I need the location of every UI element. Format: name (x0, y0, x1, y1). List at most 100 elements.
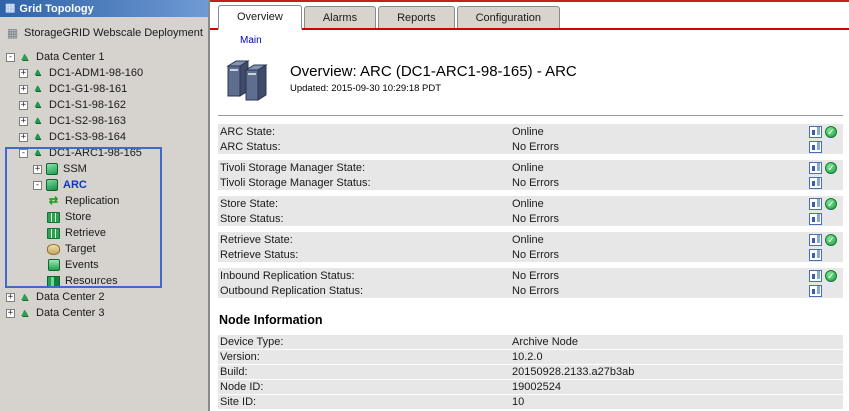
collapse-icon[interactable]: - (19, 149, 28, 158)
status-ok-icon (825, 198, 837, 210)
sidebar-title: Grid Topology (19, 3, 93, 15)
attribute-value: No Errors (512, 249, 809, 261)
tree-item-events[interactable]: Events (0, 257, 208, 273)
archive-node-icon (222, 56, 276, 105)
attribute-label: Retrieve State: (220, 234, 512, 246)
node-icon (31, 83, 44, 96)
tree-item-label: Data Center 3 (34, 307, 106, 319)
deployment-icon (6, 27, 19, 40)
status-group-replication: Inbound Replication Status: No Errors Ou… (218, 268, 843, 298)
replication-icon (47, 195, 60, 208)
info-row-build: Build: 20150928.2133.a27b3ab (218, 365, 843, 379)
status-row: ARC Status: No Errors (218, 139, 843, 154)
attribute-label: ARC Status: (220, 141, 512, 153)
ssm-icon (45, 163, 58, 176)
expand-icon[interactable]: + (19, 85, 28, 94)
expand-icon[interactable]: + (33, 165, 42, 174)
node-icon (31, 67, 44, 80)
attribute-label: Outbound Replication Status: (220, 285, 512, 297)
node-icon (31, 99, 44, 112)
row-icons (809, 249, 840, 261)
attribute-value: No Errors (512, 141, 809, 153)
tree-item-arc[interactable]: - ARC (0, 177, 208, 193)
report-chart-icon[interactable] (809, 285, 822, 297)
attribute-label: Build: (220, 366, 512, 378)
status-ok-icon (825, 126, 837, 138)
tree-item-dc1-g1-98-161[interactable]: + DC1-G1-98-161 (0, 81, 208, 97)
tree-item-label: Data Center 2 (34, 291, 106, 303)
tree-item-dc1-arc1-98-165[interactable]: - DC1-ARC1-98-165 (0, 145, 208, 161)
info-row-node-id: Node ID: 19002524 (218, 380, 843, 394)
row-icons (809, 213, 840, 225)
expand-icon[interactable]: + (19, 69, 28, 78)
data-center-icon (18, 291, 31, 304)
expand-icon[interactable]: + (19, 133, 28, 142)
report-chart-icon[interactable] (809, 162, 822, 174)
arc-icon (45, 179, 58, 192)
grid-topology-icon: ▦ (5, 3, 15, 14)
tree-item-label: DC1-S2-98-163 (47, 115, 128, 127)
tree-item-data-center-3[interactable]: + Data Center 3 (0, 305, 208, 321)
tree-item-dc1-s2-98-163[interactable]: + DC1-S2-98-163 (0, 113, 208, 129)
status-row: Tivoli Storage Manager Status: No Errors (218, 175, 843, 190)
report-chart-icon[interactable] (809, 198, 822, 210)
breadcrumb: Main (210, 30, 849, 50)
info-row-site-id: Site ID: 10 (218, 395, 843, 409)
tree-item-deployment[interactable]: StorageGRID Webscale Deployment (0, 25, 208, 41)
tab-reports[interactable]: Reports (378, 6, 455, 28)
expand-icon[interactable]: + (19, 101, 28, 110)
attribute-label: Tivoli Storage Manager Status: (220, 177, 512, 189)
updated-timestamp: Updated: 2015-09-30 10:29:18 PDT (290, 83, 577, 94)
report-chart-icon[interactable] (809, 249, 822, 261)
tab-bar: Overview Alarms Reports Configuration (210, 2, 849, 30)
tree-item-dc1-s1-98-162[interactable]: + DC1-S1-98-162 (0, 97, 208, 113)
page-header-text: Overview: ARC (DC1-ARC1-98-165) - ARC Up… (290, 56, 577, 94)
tree-item-dc1-s3-98-164[interactable]: + DC1-S3-98-164 (0, 129, 208, 145)
status-row: Tivoli Storage Manager State: Online (218, 160, 843, 175)
breadcrumb-main-link[interactable]: Main (240, 35, 262, 46)
report-chart-icon[interactable] (809, 126, 822, 138)
row-icons (809, 198, 840, 210)
tree-item-label: ARC (61, 179, 89, 191)
expand-icon[interactable]: + (19, 117, 28, 126)
tree-item-replication[interactable]: Replication (0, 193, 208, 209)
tab-configuration[interactable]: Configuration (457, 6, 560, 28)
collapse-icon[interactable]: - (33, 181, 42, 190)
tree-item-retrieve[interactable]: Retrieve (0, 225, 208, 241)
attribute-value: Archive Node (512, 336, 840, 348)
row-icons (809, 162, 840, 174)
report-chart-icon[interactable] (809, 177, 822, 189)
tree-item-target[interactable]: Target (0, 241, 208, 257)
collapse-icon[interactable]: - (6, 53, 15, 62)
tree-item-label: DC1-ARC1-98-165 (47, 147, 144, 159)
tree-item-data-center-2[interactable]: + Data Center 2 (0, 289, 208, 305)
node-icon (31, 147, 44, 160)
report-chart-icon[interactable] (809, 270, 822, 282)
tree-item-resources[interactable]: Resources (0, 273, 208, 289)
status-group-arc: ARC State: Online ARC Status: No Errors (218, 124, 843, 154)
tree-item-ssm[interactable]: + SSM (0, 161, 208, 177)
tab-alarms[interactable]: Alarms (304, 6, 376, 28)
tree-item-label: Resources (63, 275, 120, 287)
store-icon (47, 211, 60, 224)
tree-item-label: Store (63, 211, 93, 223)
tree-item-label: SSM (61, 163, 89, 175)
expand-icon[interactable]: + (6, 309, 15, 318)
report-chart-icon[interactable] (809, 234, 822, 246)
tab-overview[interactable]: Overview (218, 5, 302, 30)
report-chart-icon[interactable] (809, 141, 822, 153)
expand-icon[interactable]: + (6, 293, 15, 302)
row-icons (809, 234, 840, 246)
status-row: Inbound Replication Status: No Errors (218, 268, 843, 283)
status-row: Retrieve Status: No Errors (218, 247, 843, 262)
resources-icon (47, 275, 60, 288)
tree-item-label: DC1-G1-98-161 (47, 83, 129, 95)
status-group-store: Store State: Online Store Status: No Err… (218, 196, 843, 226)
tree-item-store[interactable]: Store (0, 209, 208, 225)
tree-item-dc1-adm1-98-160[interactable]: + DC1-ADM1-98-160 (0, 65, 208, 81)
report-chart-icon[interactable] (809, 213, 822, 225)
status-row: Retrieve State: Online (218, 232, 843, 247)
attribute-label: Store Status: (220, 213, 512, 225)
page-title: Overview: ARC (DC1-ARC1-98-165) - ARC (290, 63, 577, 80)
tree-item-data-center-1[interactable]: - Data Center 1 (0, 49, 208, 65)
